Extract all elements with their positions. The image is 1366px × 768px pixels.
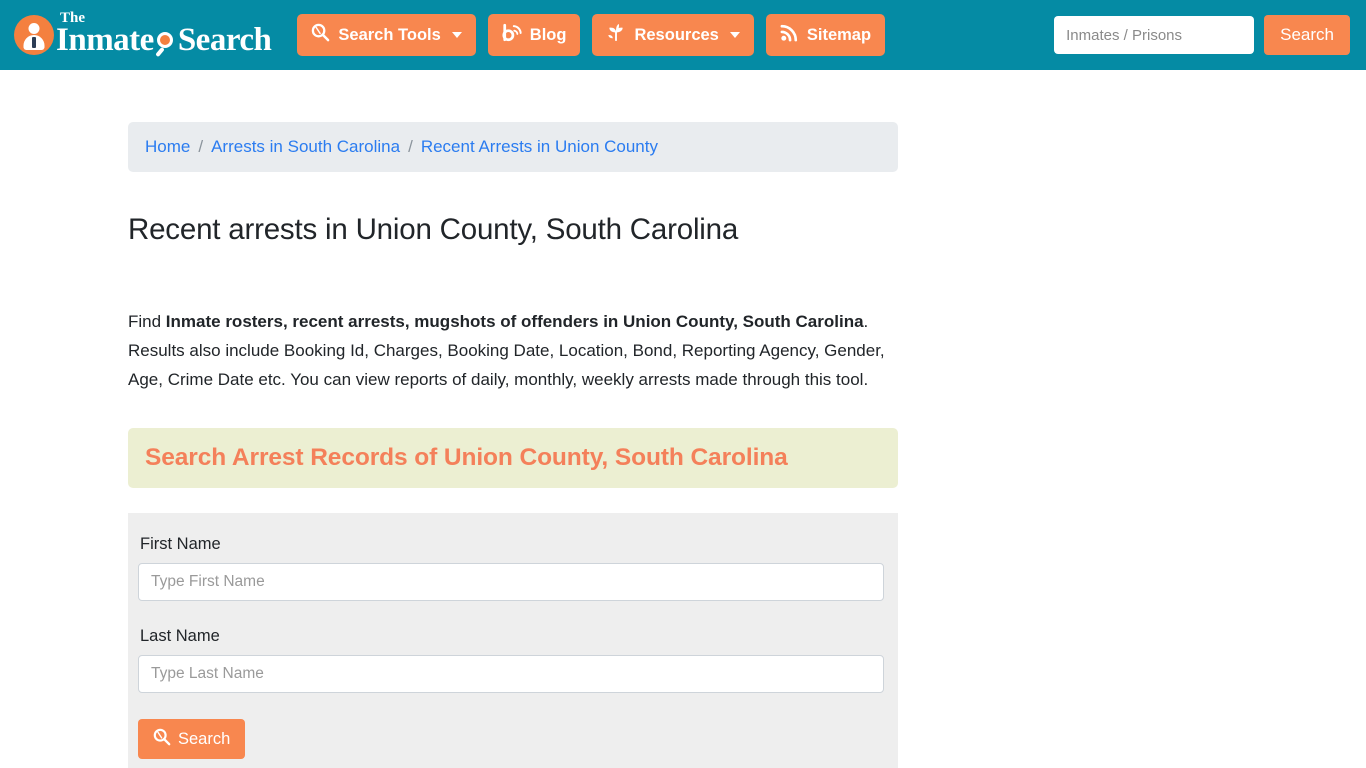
form-search-button-label: Search [178,729,231,748]
breadcrumb-separator: / [198,137,204,156]
nav-item-label: Blog [529,25,567,44]
nav-blog-button[interactable]: Blog [487,14,581,56]
magnifying-glass-icon [153,728,171,751]
breadcrumb-item-home[interactable]: Home [145,137,190,157]
nav-item-label: Search Tools [338,25,441,44]
last-name-input[interactable] [138,655,884,693]
breadcrumb-separator: / [408,137,413,156]
last-name-label: Last Name [140,627,220,645]
first-name-group: First Name [138,535,888,601]
content-container: Home / Arrests in South Carolina / Recen… [128,70,898,768]
person-icon [14,15,54,55]
intro-lead: Find [128,312,166,331]
last-name-group: Last Name [138,627,888,693]
chevron-down-icon [729,32,740,38]
intro-paragraph: Find Inmate rosters, recent arrests, mug… [128,307,898,394]
logo-search-text: Search [177,22,272,58]
breadcrumb-item-recent-arrests-in-union-county[interactable]: Recent Arrests in Union County [421,137,658,157]
site-header: The Inmate Search Search Tools Blog Reso… [0,0,1366,70]
leaf-icon [606,23,626,47]
search-banner-title: Search Arrest Records of Union County, S… [145,444,788,471]
chevron-down-icon [451,32,462,38]
nav-item-label: Sitemap [806,25,872,44]
breadcrumb: Home / Arrests in South Carolina / Recen… [128,122,898,172]
page-body: Home / Arrests in South Carolina / Recen… [0,70,1366,768]
nav-item-label: Resources [634,25,719,44]
rss-feed-icon [780,23,799,47]
intro-bold: Inmate rosters, recent arrests, mugshots… [165,312,864,331]
form-spacer [138,601,888,627]
blog-icon [502,23,522,47]
form-search-button[interactable]: Search [138,719,246,759]
breadcrumb-item-arrests-in-south-carolina[interactable]: Arrests in South Carolina [211,137,400,157]
arrest-search-form: First Name Last Name Search [128,513,898,768]
nav-resources-button[interactable]: Resources [592,14,754,56]
first-name-label: First Name [140,535,221,553]
magnifying-glass-icon [311,23,330,47]
nav-sitemap-button[interactable]: Sitemap [765,14,886,56]
site-logo[interactable]: The Inmate Search [14,10,272,58]
logo-the-text: The [60,10,86,26]
search-input[interactable] [1054,16,1255,54]
magnifying-glass-icon [154,31,178,58]
first-name-input[interactable] [138,563,884,601]
header-search-button[interactable]: Search [1264,15,1350,55]
logo-wordmark: The Inmate Search [56,10,272,58]
main-nav: Search Tools Blog Resources Sitemap [297,14,886,56]
page-title: Recent arrests in Union County, South Ca… [128,213,739,246]
nav-search-tools-button[interactable]: Search Tools [297,14,476,56]
search-banner: Search Arrest Records of Union County, S… [128,428,898,488]
header-search: Search [1054,15,1350,55]
